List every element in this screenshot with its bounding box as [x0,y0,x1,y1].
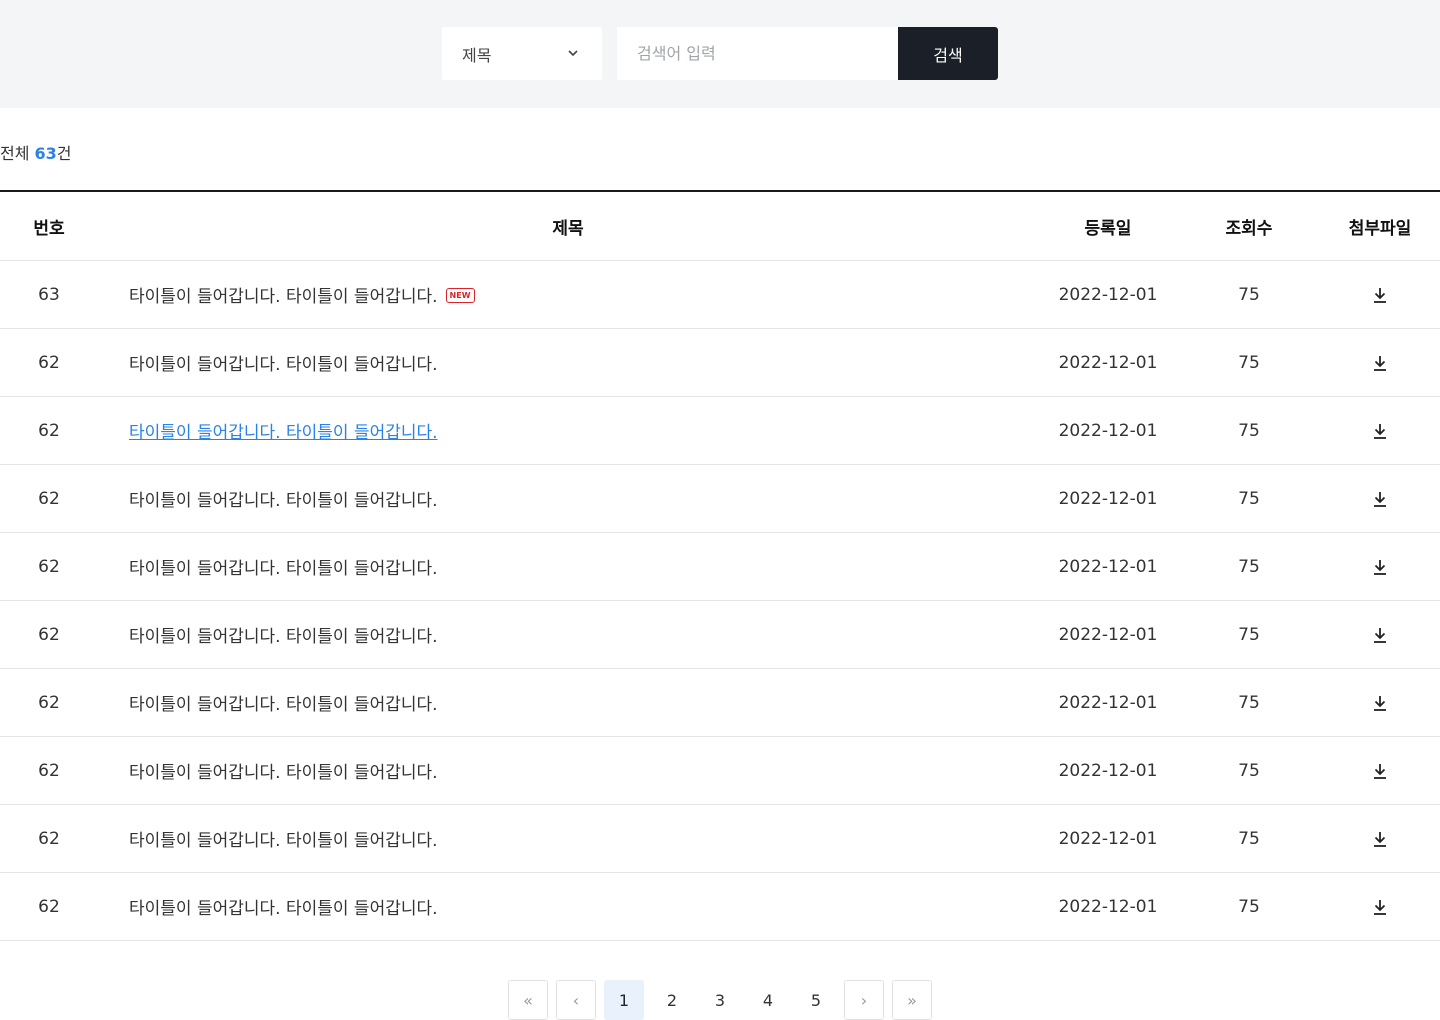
new-badge: NEW [445,288,475,303]
row-title-link[interactable]: 타이틀이 들어갑니다. 타이틀이 들어갑니다. [129,491,438,511]
row-title-link[interactable]: 타이틀이 들어갑니다. 타이틀이 들어갑니다. [129,355,438,375]
total-number: 63 [34,144,57,163]
row-no: 62 [38,828,60,849]
row-title-link[interactable]: 타이틀이 들어갑니다. 타이틀이 들어갑니다. [129,899,438,919]
search-button[interactable]: 검색 [898,27,998,80]
row-title-link[interactable]: 타이틀이 들어갑니다. 타이틀이 들어갑니다. [129,831,438,851]
row-date: 2022-12-01 [1058,420,1158,441]
download-icon[interactable] [1371,558,1389,576]
page-button-4[interactable]: 4 [748,980,788,1020]
total-prefix: 전체 [0,144,35,163]
table-row[interactable]: 62 타이틀이 들어갑니다. 타이틀이 들어갑니다. 2022-12-01 75 [0,873,1440,941]
board-table: 번호 제목 등록일 조회수 첨부파일 63 타이틀이 들어갑니다. 타이틀이 들… [0,190,1440,941]
row-views: 75 [1238,692,1260,713]
row-date: 2022-12-01 [1058,624,1158,645]
row-title-link[interactable]: 타이틀이 들어갑니다. 타이틀이 들어갑니다. [129,423,438,443]
total-suffix: 건 [56,144,72,163]
row-no: 62 [38,420,60,441]
download-icon[interactable] [1371,694,1389,712]
download-icon[interactable] [1371,422,1389,440]
row-title-link[interactable]: 타이틀이 들어갑니다. 타이틀이 들어갑니다. [129,559,438,579]
row-no: 62 [38,352,60,373]
total-count: 전체 63건 [0,140,72,164]
table-row[interactable]: 62 타이틀이 들어갑니다. 타이틀이 들어갑니다. 2022-12-01 75 [0,465,1440,533]
download-icon[interactable] [1371,626,1389,644]
table-row[interactable]: 63 타이틀이 들어갑니다. 타이틀이 들어갑니다. NEW 2022-12-01… [0,261,1440,329]
row-views: 75 [1238,420,1260,441]
download-icon[interactable] [1371,354,1389,372]
first-page-button[interactable]: « [508,980,548,1020]
page-button-3[interactable]: 3 [700,980,740,1020]
row-date: 2022-12-01 [1058,896,1158,917]
row-date: 2022-12-01 [1058,692,1158,713]
table-row[interactable]: 62 타이틀이 들어갑니다. 타이틀이 들어갑니다. 2022-12-01 75 [0,397,1440,465]
row-views: 75 [1238,760,1260,781]
table-row[interactable]: 62 타이틀이 들어갑니다. 타이틀이 들어갑니다. 2022-12-01 75 [0,329,1440,397]
row-views: 75 [1238,556,1260,577]
row-title-link[interactable]: 타이틀이 들어갑니다. 타이틀이 들어갑니다. [129,287,438,307]
table-row[interactable]: 62 타이틀이 들어갑니다. 타이틀이 들어갑니다. 2022-12-01 75 [0,669,1440,737]
table-row[interactable]: 62 타이틀이 들어갑니다. 타이틀이 들어갑니다. 2022-12-01 75 [0,601,1440,669]
row-date: 2022-12-01 [1058,828,1158,849]
search-type-value: 제목 [462,45,492,65]
page-button-5[interactable]: 5 [796,980,836,1020]
header-no: 번호 [33,218,65,239]
row-no: 62 [38,896,60,917]
row-no: 62 [38,692,60,713]
row-date: 2022-12-01 [1058,760,1158,781]
table-row[interactable]: 62 타이틀이 들어갑니다. 타이틀이 들어갑니다. 2022-12-01 75 [0,737,1440,805]
row-date: 2022-12-01 [1058,284,1158,305]
download-icon[interactable] [1371,286,1389,304]
row-views: 75 [1238,352,1260,373]
download-icon[interactable] [1371,762,1389,780]
row-title-link[interactable]: 타이틀이 들어갑니다. 타이틀이 들어갑니다. [129,627,438,647]
table-row[interactable]: 62 타이틀이 들어갑니다. 타이틀이 들어갑니다. 2022-12-01 75 [0,805,1440,873]
row-no: 63 [38,284,60,305]
header-date: 등록일 [1084,218,1132,239]
table-row[interactable]: 62 타이틀이 들어갑니다. 타이틀이 들어갑니다. 2022-12-01 75 [0,533,1440,601]
table-header: 번호 제목 등록일 조회수 첨부파일 [0,192,1440,261]
page-button-2[interactable]: 2 [652,980,692,1020]
row-views: 75 [1238,896,1260,917]
chevron-down-icon [568,50,578,57]
row-date: 2022-12-01 [1058,352,1158,373]
download-icon[interactable] [1371,898,1389,916]
row-title-link[interactable]: 타이틀이 들어갑니다. 타이틀이 들어갑니다. [129,763,438,783]
row-views: 75 [1238,488,1260,509]
row-date: 2022-12-01 [1058,488,1158,509]
download-icon[interactable] [1371,830,1389,848]
row-title-link[interactable]: 타이틀이 들어갑니다. 타이틀이 들어갑니다. [129,695,438,715]
prev-page-button[interactable]: ‹ [556,980,596,1020]
search-type-select[interactable]: 제목 [442,27,602,80]
row-no: 62 [38,556,60,577]
row-no: 62 [38,488,60,509]
download-icon[interactable] [1371,490,1389,508]
last-page-button[interactable]: » [892,980,932,1020]
row-views: 75 [1238,284,1260,305]
header-views: 조회수 [1225,218,1273,239]
header-title: 제목 [552,218,584,239]
row-no: 62 [38,760,60,781]
header-file: 첨부파일 [1348,218,1412,239]
row-date: 2022-12-01 [1058,556,1158,577]
row-views: 75 [1238,828,1260,849]
search-input[interactable] [617,27,898,80]
page-button-1[interactable]: 1 [604,980,644,1020]
row-views: 75 [1238,624,1260,645]
row-no: 62 [38,624,60,645]
search-area: 제목 검색 [0,0,1440,108]
next-page-button[interactable]: › [844,980,884,1020]
